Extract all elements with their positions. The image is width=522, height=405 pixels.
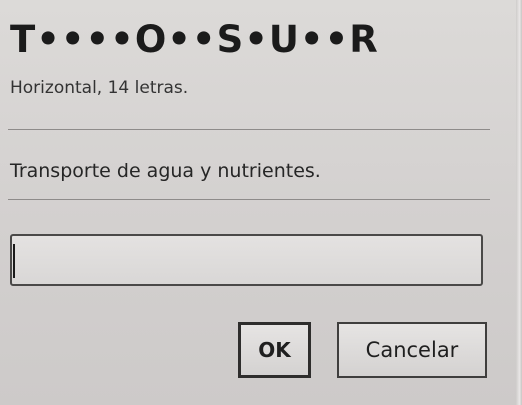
separator-bottom: [8, 199, 490, 200]
direction-length-hint: Horizontal, 14 letras.: [10, 78, 189, 98]
letter-pattern: T••••O••S•U••R: [10, 18, 379, 61]
separator-top: [8, 129, 490, 130]
window-edge: [516, 0, 522, 405]
clue-text: Transporte de agua y nutrientes.: [10, 160, 321, 182]
crossword-answer-dialog: T••••O••S•U••R Horizontal, 14 letras. Tr…: [0, 0, 522, 405]
cancel-button[interactable]: Cancelar: [337, 322, 487, 378]
answer-input[interactable]: [10, 234, 483, 286]
ok-button[interactable]: OK: [238, 322, 311, 378]
text-caret: [13, 244, 15, 278]
